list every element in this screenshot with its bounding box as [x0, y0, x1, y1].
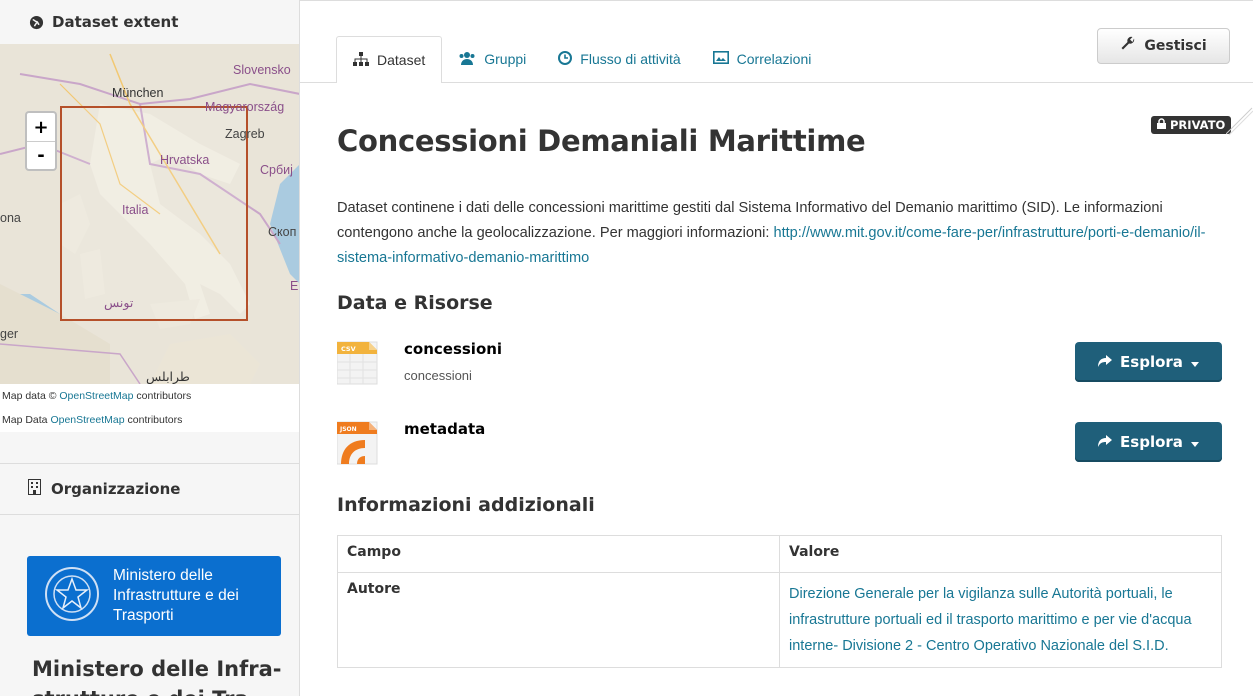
tab-dataset[interactable]: Dataset: [336, 36, 443, 83]
map-label: ona: [0, 211, 21, 225]
map-label: Italia: [122, 203, 148, 217]
dataset-extent-header: Dataset extent: [0, 0, 299, 44]
resources-heading: Data e Risorse: [337, 292, 493, 314]
map-label: Hrvatska: [160, 153, 209, 167]
building-icon: [28, 479, 41, 499]
resource-item[interactable]: CSV concessioni concessioni Esplora: [336, 338, 1222, 388]
resource-description: concessioni: [404, 368, 472, 383]
clock-icon: [558, 50, 573, 68]
organization-logo[interactable]: Ministero delle Infrastrutture e dei Tra…: [27, 556, 281, 636]
manage-label: Gestisci: [1144, 38, 1207, 54]
tab-related[interactable]: Correlazioni: [697, 36, 828, 82]
organization-title: Organizzazione: [51, 480, 181, 498]
tab-activity-stream[interactable]: Flusso di attività: [542, 36, 696, 82]
caret-down-icon: [1190, 433, 1199, 451]
field-cell: Autore: [337, 572, 780, 668]
additional-info-heading: Informazioni addizionali: [337, 494, 595, 516]
tab-groups[interactable]: Gruppi: [442, 36, 542, 82]
organization-name: Ministero delle Infra- strutture e dei T…: [32, 657, 282, 696]
resource-item[interactable]: JSON metadata Esplora: [336, 418, 1222, 468]
manage-button[interactable]: Gestisci: [1097, 28, 1230, 64]
top-border: [300, 0, 1253, 1]
zoom-out-button[interactable]: -: [27, 141, 55, 169]
picture-icon: [712, 51, 729, 67]
tab-label: Flusso di attività: [580, 51, 681, 67]
map-label: Скоп: [268, 225, 296, 239]
users-icon: [458, 51, 476, 68]
json-file-icon: JSON: [336, 418, 379, 466]
table-header-row: Campo Valore: [337, 535, 1222, 573]
map-label: تونس: [104, 296, 134, 311]
sitemap-icon: [353, 51, 369, 69]
explore-button[interactable]: Esplora: [1075, 422, 1222, 462]
format-label: JSON: [339, 426, 357, 433]
attribution-prefix: Map data ©: [2, 390, 60, 402]
csv-file-icon: CSV: [336, 338, 379, 386]
map-label: Slovensko: [233, 63, 291, 77]
map-label: ger: [0, 327, 18, 341]
emblem-icon: [43, 565, 101, 627]
map-label: Zagreb: [225, 127, 265, 141]
organization-header: Organizzazione: [0, 463, 300, 515]
share-arrow-icon: [1098, 353, 1113, 371]
format-label: CSV: [341, 345, 356, 353]
osm-link[interactable]: OpenStreetMap: [59, 390, 133, 402]
organization-logo-text: Ministero delle Infrastrutture e dei Tra…: [113, 566, 239, 626]
logo-line: Ministero delle: [113, 567, 213, 584]
organization-section: Organizzazione Ministero delle Infrastru…: [0, 463, 300, 696]
share-arrow-icon: [1098, 433, 1113, 451]
explore-button[interactable]: Esplora: [1075, 342, 1222, 382]
wrench-icon: [1120, 36, 1136, 56]
table-row: Autore Direzione Generale per la vigilan…: [337, 572, 1222, 668]
logo-line: Infrastrutture e dei: [113, 587, 239, 604]
resource-name[interactable]: metadata: [404, 420, 485, 438]
dataset-extent-title: Dataset extent: [52, 13, 179, 31]
page-title: Concessioni Demaniali Marittime: [337, 124, 866, 158]
ribbon-edge-icon: [1226, 107, 1253, 136]
logo-line: Trasporti: [113, 607, 174, 624]
content-tabs: Dataset Gruppi Flusso di attività Correl…: [336, 36, 828, 83]
sidebar: Dataset extent Slovensko München Magyaro…: [0, 0, 300, 696]
caret-down-icon: [1190, 353, 1199, 371]
explore-label: Esplora: [1120, 353, 1183, 371]
osm-link[interactable]: OpenStreetMap: [50, 414, 124, 426]
private-badge: PRIVATO: [1151, 116, 1232, 134]
private-label: PRIVATO: [1170, 118, 1226, 132]
attribution-prefix: Map Data: [2, 414, 51, 426]
map-label: Србиј: [260, 163, 293, 177]
tab-label: Correlazioni: [736, 51, 812, 67]
value-cell[interactable]: Direzione Generale per la vigilanza sull…: [779, 572, 1222, 668]
map-label: طرابلس: [146, 370, 190, 384]
dataset-description: Dataset continene i dati delle concessio…: [337, 196, 1222, 271]
zoom-in-button[interactable]: +: [27, 113, 55, 141]
map-attribution-1: Map data © OpenStreetMap contributors: [0, 384, 299, 408]
zoom-control: + -: [25, 111, 57, 171]
map-label: Magyarország: [205, 100, 284, 114]
map-attribution-2: Map Data OpenStreetMap contributors: [0, 408, 299, 432]
tab-label: Gruppi: [484, 51, 527, 67]
map-label: E: [290, 279, 298, 293]
attribution-suffix: contributors: [133, 390, 192, 402]
attribution-suffix: contributors: [124, 414, 183, 426]
column-header: Valore: [779, 535, 1222, 573]
tabs-border: [300, 82, 1253, 83]
extent-map[interactable]: Slovensko München Magyarország Zagreb Hr…: [0, 44, 299, 384]
map-label: München: [112, 86, 163, 100]
tab-label: Dataset: [377, 52, 426, 68]
additional-info-table: Campo Valore Autore Direzione Generale p…: [337, 535, 1222, 668]
column-header: Campo: [337, 535, 780, 573]
lock-icon: [1157, 118, 1166, 132]
globe-icon: [28, 14, 44, 30]
resource-name[interactable]: concessioni: [404, 340, 502, 358]
explore-label: Esplora: [1120, 433, 1183, 451]
